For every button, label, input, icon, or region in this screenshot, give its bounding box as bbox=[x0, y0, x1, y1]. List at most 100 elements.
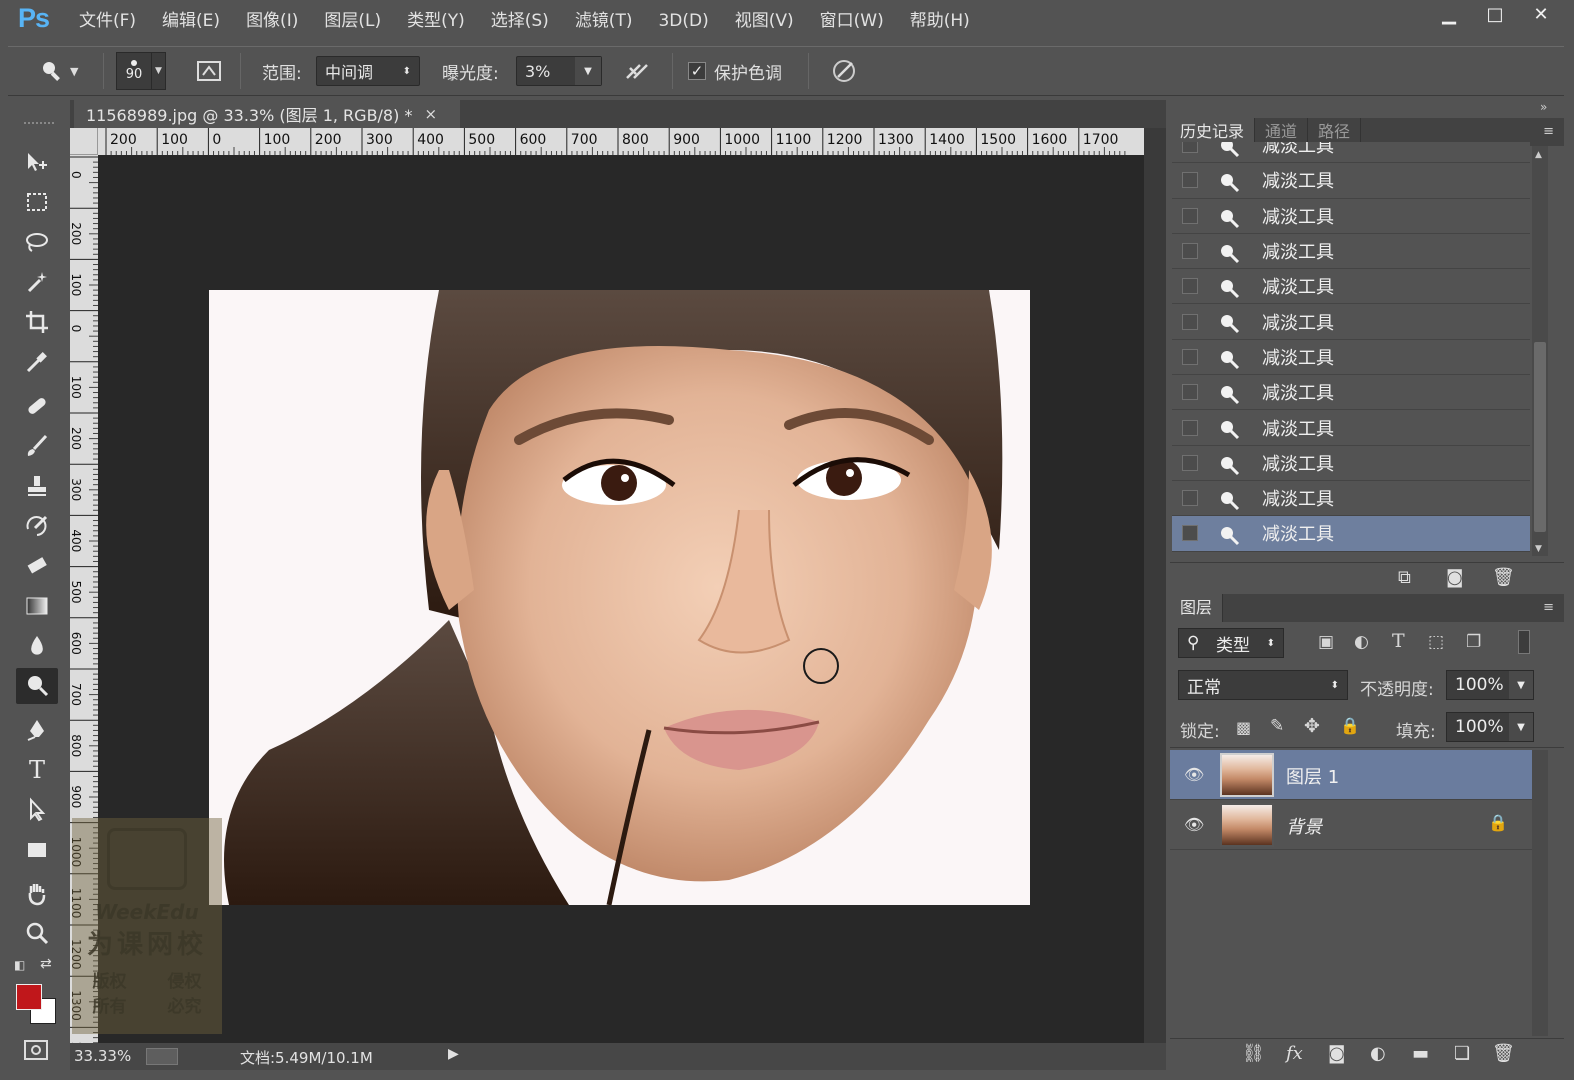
history-snapshot-checkbox[interactable] bbox=[1182, 348, 1198, 365]
filter-pixel-icon[interactable]: ▣ bbox=[1318, 632, 1334, 652]
maximize-button[interactable]: □ bbox=[1472, 0, 1518, 28]
history-state[interactable]: 减淡工具 bbox=[1172, 142, 1530, 164]
ruler-origin[interactable] bbox=[70, 128, 98, 155]
layer-name[interactable]: 图层 1 bbox=[1286, 763, 1339, 789]
opacity-input[interactable]: 100% ▼ bbox=[1446, 670, 1534, 700]
clone-stamp-tool[interactable] bbox=[16, 468, 58, 504]
pen-tool[interactable] bbox=[16, 712, 58, 748]
lock-pixels-icon[interactable]: ✎ bbox=[1270, 716, 1284, 736]
scroll-up-icon[interactable]: ▲ bbox=[1535, 150, 1542, 160]
menu-select[interactable]: 选择(S) bbox=[478, 0, 562, 42]
layer-name[interactable]: 背景 bbox=[1286, 813, 1322, 839]
default-colors-icon[interactable]: ◧ bbox=[14, 958, 25, 972]
history-snapshot-checkbox[interactable] bbox=[1182, 525, 1198, 542]
brush-panel-toggle[interactable] bbox=[196, 55, 222, 87]
history-state[interactable]: 减淡工具 bbox=[1172, 269, 1530, 305]
trash-icon[interactable]: 🗑 bbox=[1492, 567, 1515, 588]
history-state[interactable]: 减淡工具 bbox=[1172, 163, 1530, 199]
history-scroll-thumb[interactable] bbox=[1534, 342, 1546, 532]
zoom-tool[interactable] bbox=[16, 916, 58, 952]
lock-all-icon[interactable]: 🔒 bbox=[1340, 716, 1360, 735]
visibility-eye-icon[interactable]: 👁 bbox=[1184, 815, 1204, 834]
history-snapshot-checkbox[interactable] bbox=[1182, 313, 1198, 330]
close-tab-icon[interactable]: × bbox=[424, 105, 437, 123]
panel-menu-icon[interactable]: ≡ bbox=[1533, 594, 1564, 622]
history-state[interactable]: 减淡工具 bbox=[1172, 516, 1530, 552]
history-state[interactable]: 减淡工具 bbox=[1172, 233, 1530, 270]
menu-help[interactable]: 帮助(H) bbox=[897, 0, 983, 42]
range-select[interactable]: 中间调 ⬍ bbox=[316, 55, 420, 87]
brush-preset-picker[interactable]: 90 ▼ bbox=[116, 52, 166, 90]
minimize-button[interactable]: ▁ bbox=[1426, 0, 1472, 28]
history-state[interactable]: 减淡工具 bbox=[1172, 375, 1530, 411]
history-snapshot-checkbox[interactable] bbox=[1182, 172, 1198, 189]
history-snapshot-checkbox[interactable] bbox=[1182, 243, 1198, 260]
filter-adjustment-icon[interactable]: ◐ bbox=[1354, 632, 1369, 652]
collapse-panels-icon[interactable]: » bbox=[1540, 100, 1547, 114]
history-snapshot-checkbox[interactable] bbox=[1182, 454, 1198, 471]
quick-mask-button[interactable] bbox=[24, 1040, 48, 1060]
canvas-vertical-scrollbar[interactable] bbox=[1144, 128, 1166, 1043]
fx-icon[interactable]: fx bbox=[1286, 1043, 1303, 1064]
crop-tool[interactable] bbox=[16, 304, 58, 340]
layer-row-background[interactable]: 👁 背景 🔒 bbox=[1170, 800, 1532, 850]
lock-position-icon[interactable]: ✥ bbox=[1304, 715, 1320, 737]
marquee-tool[interactable] bbox=[16, 184, 58, 220]
protect-tones-checkbox[interactable]: ✓ 保护色调 bbox=[688, 55, 782, 87]
tab-layers[interactable]: 图层 bbox=[1170, 594, 1224, 622]
history-snapshot-checkbox[interactable] bbox=[1182, 278, 1198, 295]
history-state[interactable]: 减淡工具 bbox=[1172, 445, 1530, 481]
visibility-eye-icon[interactable]: 👁 bbox=[1184, 765, 1204, 784]
fill-input[interactable]: 100% ▼ bbox=[1446, 712, 1534, 742]
document-tab[interactable]: 11568989.jpg @ 33.3% (图层 1, RGB/8) * × bbox=[74, 100, 460, 128]
eyedropper-tool[interactable] bbox=[16, 344, 58, 380]
filter-toggle[interactable] bbox=[1518, 630, 1530, 654]
move-tool[interactable] bbox=[16, 144, 58, 180]
lock-transparency-icon[interactable]: ▩ bbox=[1236, 718, 1251, 737]
status-preview-icon[interactable] bbox=[146, 1048, 178, 1065]
new-layer-icon[interactable]: ❏ bbox=[1454, 1043, 1470, 1064]
folder-icon[interactable]: ▬ bbox=[1412, 1043, 1429, 1064]
history-snapshot-checkbox[interactable] bbox=[1182, 142, 1198, 154]
horizontal-ruler[interactable]: 200 100 0 100 200 300 400 500 600 700 800 900 1000 11… bbox=[98, 128, 1144, 155]
healing-brush-tool[interactable] bbox=[16, 388, 58, 424]
airbrush-toggle[interactable] bbox=[624, 55, 654, 87]
menu-view[interactable]: 视图(V) bbox=[722, 0, 807, 42]
dodge-tool[interactable] bbox=[16, 668, 58, 704]
history-state[interactable]: 减淡工具 bbox=[1172, 198, 1530, 234]
exposure-input[interactable]: 3% ▼ bbox=[516, 55, 602, 87]
foreground-color-swatch[interactable] bbox=[16, 984, 42, 1010]
filter-type-icon[interactable]: T bbox=[1392, 630, 1405, 652]
layers-scrollbar[interactable] bbox=[1532, 750, 1548, 1036]
swap-colors-icon[interactable]: ⇄ bbox=[40, 956, 52, 972]
link-layers-icon[interactable]: ⛓ bbox=[1242, 1043, 1265, 1064]
tool-preset-picker[interactable]: ▼ bbox=[40, 55, 78, 87]
history-state[interactable]: 减淡工具 bbox=[1172, 339, 1530, 376]
new-document-from-state-icon[interactable]: ⧉ bbox=[1398, 567, 1411, 588]
menu-layer[interactable]: 图层(L) bbox=[311, 0, 394, 42]
magic-wand-tool[interactable] bbox=[16, 264, 58, 300]
brush-tool[interactable] bbox=[16, 428, 58, 464]
history-snapshot-checkbox[interactable] bbox=[1182, 419, 1198, 436]
rectangle-tool[interactable] bbox=[16, 832, 58, 868]
play-arrow-icon[interactable]: ▶ bbox=[448, 1046, 459, 1062]
blur-tool[interactable] bbox=[16, 628, 58, 664]
history-snapshot-checkbox[interactable] bbox=[1182, 384, 1198, 401]
menu-window[interactable]: 窗口(W) bbox=[807, 0, 897, 42]
menu-type[interactable]: 类型(Y) bbox=[394, 0, 478, 42]
menu-filter[interactable]: 滤镜(T) bbox=[562, 0, 646, 42]
menu-3d[interactable]: 3D(D) bbox=[645, 0, 721, 42]
history-brush-tool[interactable] bbox=[16, 508, 58, 544]
history-state[interactable]: 减淡工具 bbox=[1172, 304, 1530, 340]
eraser-tool[interactable] bbox=[16, 548, 58, 584]
scroll-down-icon[interactable]: ▼ bbox=[1535, 544, 1542, 554]
layer-row-layer1[interactable]: 👁 图层 1 bbox=[1170, 750, 1532, 800]
lasso-tool[interactable] bbox=[16, 224, 58, 260]
toolbar-grip[interactable] bbox=[24, 122, 54, 128]
pressure-size-toggle[interactable] bbox=[830, 55, 858, 87]
layer-filter-select[interactable]: ⚲ 类型 ⬍ bbox=[1178, 628, 1284, 658]
panel-menu-icon[interactable]: ≡ bbox=[1533, 118, 1564, 146]
gradient-tool[interactable] bbox=[16, 588, 58, 624]
blend-mode-select[interactable]: 正常 ⬍ bbox=[1178, 670, 1348, 700]
history-state[interactable]: 减淡工具 bbox=[1172, 480, 1530, 517]
